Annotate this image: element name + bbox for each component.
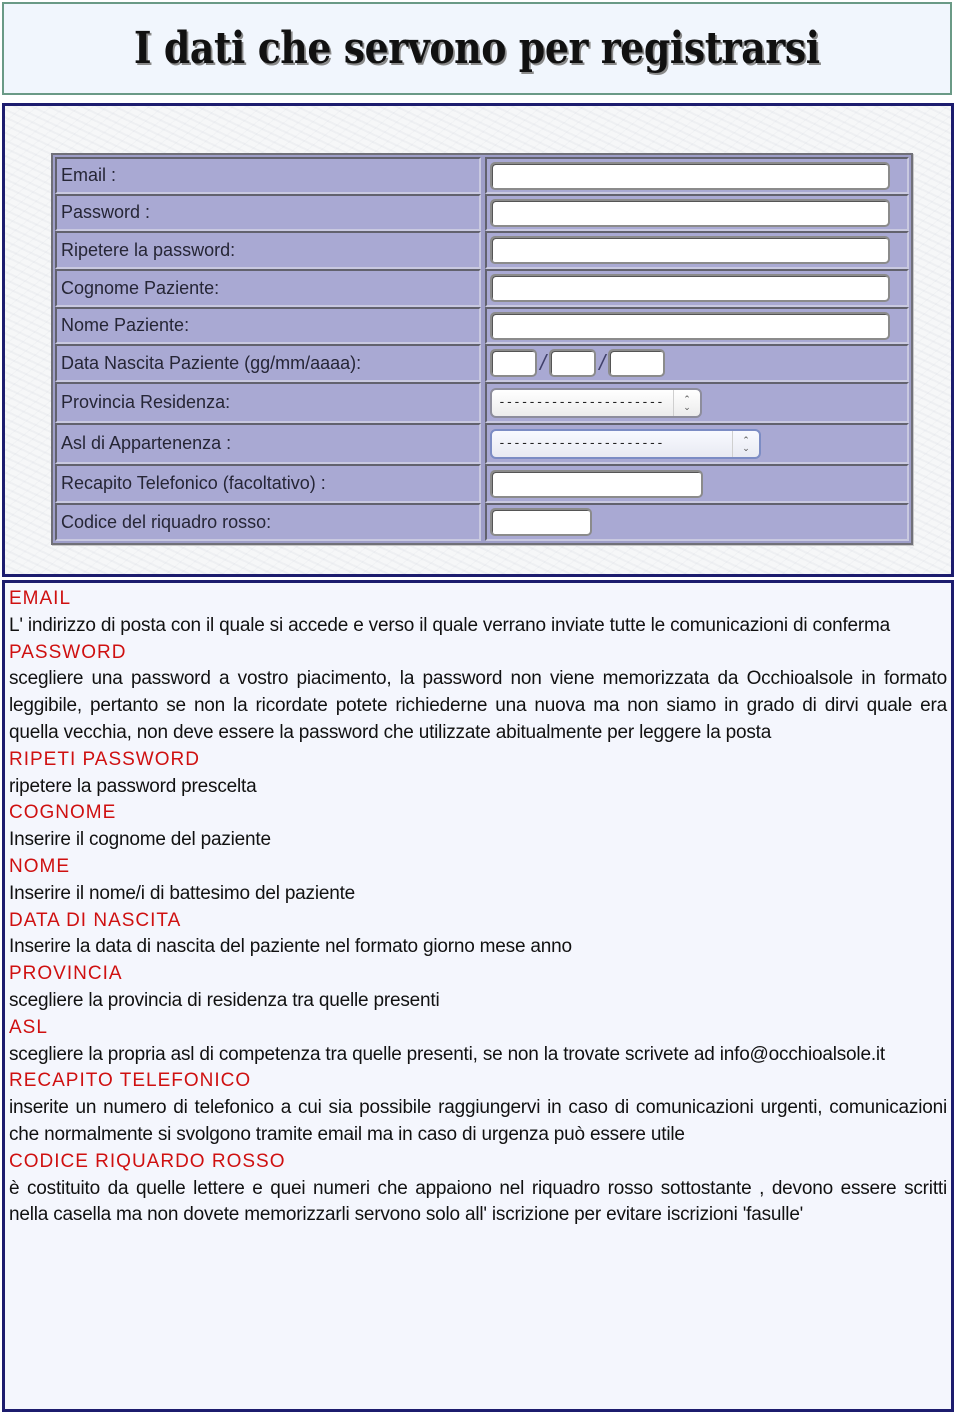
description-captcha: CODICE RIQUARDO ROSSO è costituito da qu… (9, 1149, 947, 1229)
form-row-email: Email : (55, 157, 909, 194)
description-text: è costituito da quelle lettere e quei nu… (9, 1177, 947, 1226)
title-banner: I dati che servono per registrarsi (2, 2, 952, 95)
name-label: Nome Paziente: (55, 307, 481, 344)
description-text: L' indirizzo di posta con il quale si ac… (9, 614, 891, 636)
form-row-name: Nome Paziente: (55, 307, 909, 344)
password-label: Password : (55, 194, 481, 231)
asl-select[interactable]: ---------------------- ⌃ ⌄ (490, 428, 761, 459)
description-text: Inserire il nome/i di battesimo del pazi… (9, 882, 356, 904)
asl-selected-value: ---------------------- (498, 436, 664, 451)
form-row-surname: Cognome Paziente: (55, 269, 909, 307)
description-asl: ASL scegliere la propria asl di competen… (9, 1015, 947, 1069)
description-text: scegliere la propria asl di competenza t… (9, 1043, 885, 1065)
form-screenshot-panel: Email : Password : Ripetere la password:… (2, 103, 954, 577)
surname-input[interactable] (490, 274, 890, 302)
province-label: Provincia Residenza: (55, 382, 481, 423)
form-row-password: Password : (55, 194, 909, 231)
surname-label: Cognome Paziente: (55, 269, 481, 307)
email-input[interactable] (490, 161, 890, 190)
description-text: inserite un numero di telefonico a cui s… (9, 1097, 947, 1145)
page-title: I dati che servono per registrarsi (134, 23, 820, 74)
description-heading: NOME (9, 855, 70, 877)
description-heading: COGNOME (9, 802, 117, 824)
description-surname: COGNOME Inserire il cognome del paziente (9, 800, 947, 854)
date-separator: / (599, 350, 606, 375)
description-text: ripetere la password prescelta (9, 775, 257, 797)
description-name: NOME Inserire il nome/i di battesimo del… (9, 854, 947, 908)
form-row-asl: Asl di Appartenenza : ------------------… (55, 423, 909, 464)
description-heading: ASL (9, 1016, 48, 1038)
updown-chevron-icon: ⌃ ⌄ (732, 430, 759, 457)
description-heading: RIPETI PASSWORD (9, 748, 200, 770)
description-phone: RECAPITO TELEFONICO inserite un numero d… (9, 1068, 947, 1148)
description-repeat-password: RIPETI PASSWORD ripetere la password pre… (9, 747, 947, 801)
description-text: scegliere una password a vostro piacimen… (9, 668, 947, 743)
birthdate-label: Data Nascita Paziente (gg/mm/aaaa): (55, 344, 481, 382)
description-email: EMAIL L' indirizzo di posta con il quale… (9, 586, 947, 640)
asl-label: Asl di Appartenenza : (55, 423, 481, 464)
birth-day-input[interactable] (490, 349, 537, 377)
phone-label: Recapito Telefonico (facoltativo) : (55, 464, 481, 503)
captcha-label: Codice del riquadro rosso: (55, 503, 481, 541)
province-select[interactable]: ---------------------- ⌃ ⌄ (490, 387, 702, 418)
date-separator: / (540, 350, 547, 375)
form-row-province: Provincia Residenza: -------------------… (55, 382, 909, 423)
phone-input[interactable] (490, 469, 703, 498)
form-row-repeat-password: Ripetere la password: (55, 231, 909, 269)
name-input[interactable] (490, 311, 890, 340)
registration-form: Email : Password : Ripetere la password:… (51, 153, 913, 545)
captcha-input[interactable] (490, 508, 592, 536)
description-text: Inserire la data di nascita del paziente… (9, 936, 572, 958)
description-heading: RECAPITO TELEFONICO (9, 1070, 252, 1092)
description-password: PASSWORD scegliere una password a vostro… (9, 640, 947, 747)
description-heading: PROVINCIA (9, 963, 123, 985)
description-birthdate: DATA DI NASCITA Inserire la data di nasc… (9, 908, 947, 962)
form-row-captcha: Codice del riquadro rosso: (55, 503, 909, 541)
description-province: PROVINCIA scegliere la provincia di resi… (9, 961, 947, 1015)
birth-month-input[interactable] (549, 349, 597, 377)
description-text: scegliere la provincia di residenza tra … (9, 989, 440, 1011)
repeat-password-label: Ripetere la password: (55, 231, 481, 269)
description-heading: EMAIL (9, 588, 72, 609)
birth-year-input[interactable] (608, 349, 666, 377)
form-row-phone: Recapito Telefonico (facoltativo) : (55, 464, 909, 503)
description-heading: PASSWORD (9, 641, 127, 663)
description-text: Inserire il cognome del paziente (9, 829, 271, 851)
repeat-password-input[interactable] (490, 236, 890, 264)
description-heading: DATA DI NASCITA (9, 909, 182, 931)
form-row-birthdate: Data Nascita Paziente (gg/mm/aaaa): / / (55, 344, 909, 382)
description-heading: CODICE RIQUARDO ROSSO (9, 1150, 286, 1172)
province-selected-value: ---------------------- (498, 395, 664, 410)
updown-chevron-icon: ⌃ ⌄ (673, 389, 700, 416)
field-descriptions: EMAIL L' indirizzo di posta con il quale… (2, 580, 954, 1412)
password-input[interactable] (490, 198, 890, 227)
email-label: Email : (55, 157, 481, 194)
